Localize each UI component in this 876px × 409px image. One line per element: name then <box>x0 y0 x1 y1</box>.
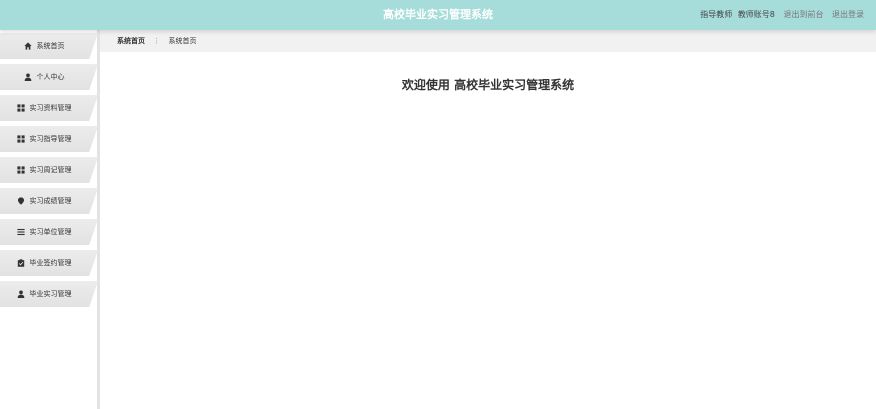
sidebar-item-label: 实习资料管理 <box>29 104 72 112</box>
breadcrumb-home-link[interactable]: 系统首页 <box>117 37 145 45</box>
breadcrumb-bar: 系统首页 ⋮ 系统首页 <box>100 30 876 52</box>
sidebar-item-units[interactable]: 实习单位管理 <box>0 219 98 245</box>
sidebar-item-contracts[interactable]: 毕业签约管理 <box>0 250 98 276</box>
user-area: 指导教师 教师账号8 退出到前台 退出登录 <box>700 0 864 30</box>
top-header: 高校毕业实习管理系统 指导教师 教师账号8 退出到前台 退出登录 <box>0 0 876 30</box>
sidebar-item-materials[interactable]: 实习资料管理 <box>0 95 98 121</box>
sidebar-item-label: 实习单位管理 <box>29 228 72 236</box>
user-icon <box>17 290 25 298</box>
grid-icon <box>16 166 25 174</box>
sidebar-item-label: 实习成绩管理 <box>29 197 72 205</box>
sidebar-item-profile[interactable]: 个人中心 <box>0 64 98 90</box>
breadcrumb: 系统首页 ⋮ 系统首页 <box>117 30 196 52</box>
sidebar: 系统首页 个人中心 实习资料管理 实习指导管理 实习周记管理 实习成绩管理 实习… <box>0 30 100 409</box>
sidebar-item-weekly[interactable]: 实习周记管理 <box>0 157 98 183</box>
grid-icon <box>16 104 25 112</box>
home-icon <box>23 42 32 50</box>
logout-link[interactable]: 退出登录 <box>832 10 864 19</box>
sidebar-menu: 系统首页 个人中心 实习资料管理 实习指导管理 实习周记管理 实习成绩管理 实习… <box>0 33 98 312</box>
user-role: 指导教师 <box>700 10 733 19</box>
sidebar-item-label: 实习周记管理 <box>29 166 72 174</box>
back-to-frontend-link[interactable]: 退出到前台 <box>783 10 823 19</box>
sidebar-item-label: 系统首页 <box>36 42 65 50</box>
main-content: 系统首页 ⋮ 系统首页 欢迎使用 高校毕业实习管理系统 <box>100 30 876 409</box>
welcome-title: 欢迎使用 高校毕业实习管理系统 <box>401 78 575 92</box>
clipboard-icon <box>17 259 25 267</box>
sidebar-item-label: 毕业签约管理 <box>29 259 72 267</box>
user-icon <box>24 73 32 81</box>
sidebar-item-label: 个人中心 <box>36 73 65 81</box>
sidebar-item-guidance[interactable]: 实习指导管理 <box>0 126 98 152</box>
pin-icon <box>17 197 25 205</box>
breadcrumb-separator: ⋮ <box>153 37 161 45</box>
sidebar-item-grades[interactable]: 实习成绩管理 <box>0 188 98 214</box>
list-icon <box>16 228 25 236</box>
sidebar-item-label: 实习指导管理 <box>29 135 72 143</box>
sidebar-item-home[interactable]: 系统首页 <box>0 33 98 59</box>
breadcrumb-current: 系统首页 <box>168 37 197 45</box>
sidebar-item-internship[interactable]: 毕业实习管理 <box>0 281 98 307</box>
user-name: 教师账号8 <box>737 10 775 19</box>
grid-icon <box>16 135 25 143</box>
sidebar-item-label: 毕业实习管理 <box>29 290 72 298</box>
